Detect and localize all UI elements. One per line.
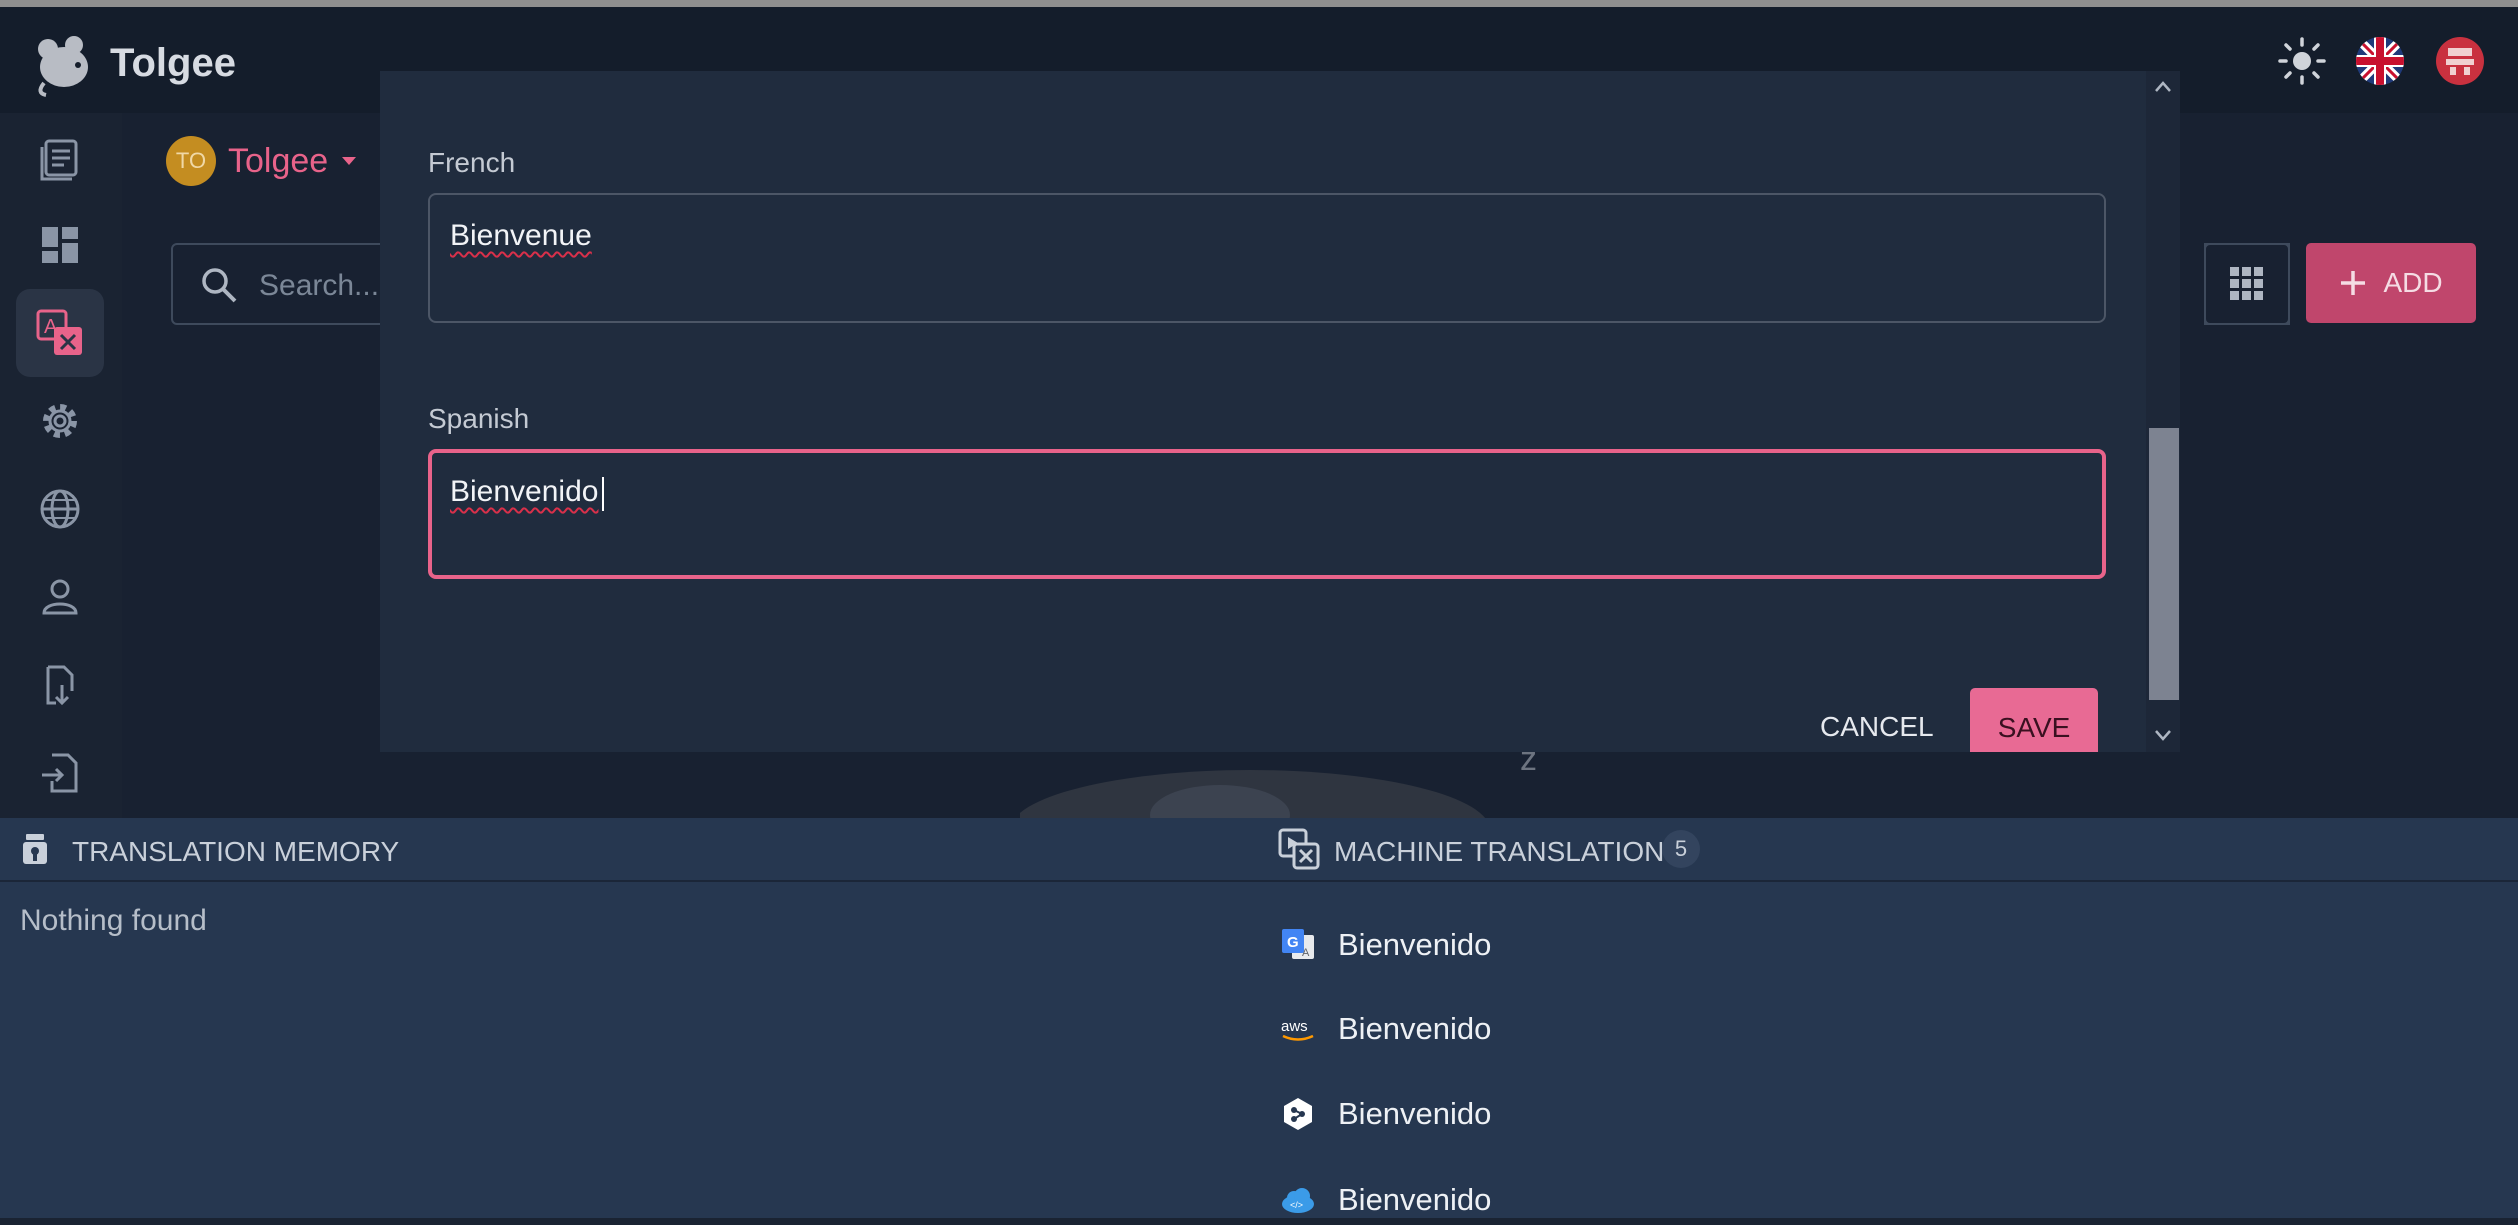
- grid-view-button[interactable]: [2204, 243, 2290, 325]
- azure-icon: </>: [1280, 1182, 1316, 1218]
- save-button[interactable]: SAVE: [1970, 688, 2098, 752]
- edit-translation-dialog: French Bienvenue Spanish Bienvenido CANC…: [380, 71, 2180, 752]
- gear-icon: [43, 404, 77, 438]
- sidebar-item-import[interactable]: [16, 641, 104, 729]
- aws-icon: aws: [1280, 1011, 1316, 1047]
- french-value: Bienvenue: [450, 219, 592, 252]
- sidebar-item-translations[interactable]: A: [16, 289, 104, 377]
- sidebar-item-export[interactable]: [16, 729, 104, 817]
- scroll-up-icon[interactable]: [2153, 77, 2173, 97]
- globe-icon: [40, 489, 80, 529]
- spanish-value: Bienvenido: [450, 475, 599, 508]
- dashboard-icon: [42, 227, 78, 263]
- google-translate-icon: GA: [1280, 927, 1316, 963]
- svg-text:G: G: [1287, 934, 1299, 951]
- spanish-input[interactable]: Bienvenido: [428, 449, 2106, 579]
- projects-list-icon: [40, 139, 78, 181]
- sidebar-item-projects[interactable]: [16, 115, 104, 203]
- user-avatar-icon[interactable]: [2434, 35, 2486, 87]
- sidebar-item-languages[interactable]: [16, 465, 104, 553]
- svg-text:aws: aws: [1281, 1018, 1308, 1035]
- spanish-label: Spanish: [428, 403, 530, 434]
- project-selector[interactable]: TO Tolgee: [166, 136, 358, 186]
- scroll-down-icon[interactable]: [2153, 725, 2173, 745]
- translation-memory-title: TRANSLATION MEMORY: [72, 836, 400, 867]
- french-input[interactable]: Bienvenue: [428, 193, 2106, 323]
- sidebar-item-settings[interactable]: [16, 377, 104, 465]
- machine-translation-title: MACHINE TRANSLATION: [1334, 836, 1665, 867]
- person-icon: [42, 579, 78, 615]
- grid-icon: [2230, 267, 2263, 300]
- mt-result-text: Bienvenido: [1338, 1182, 1492, 1217]
- svg-text:</>: </>: [1290, 1200, 1303, 1210]
- sidebar: A: [0, 113, 122, 818]
- window-top-border: [0, 0, 2518, 7]
- search-placeholder: Search...: [259, 269, 380, 302]
- tools-panel: TRANSLATION MEMORY MACHINE TRANSLATION 5…: [0, 818, 2518, 1218]
- file-export-icon: [42, 753, 78, 793]
- add-button-label: ADD: [2383, 267, 2443, 298]
- project-avatar: TO: [166, 136, 216, 186]
- sidebar-item-dashboard[interactable]: [16, 201, 104, 289]
- tools-panel-header: TRANSLATION MEMORY MACHINE TRANSLATION 5: [0, 818, 2518, 882]
- svg-text:A: A: [1302, 947, 1310, 959]
- add-button[interactable]: ADD: [2306, 243, 2476, 323]
- plus-icon: [2341, 271, 2366, 295]
- project-name: Tolgee: [228, 141, 329, 180]
- translate-icon: A: [36, 309, 82, 355]
- caret-down-icon: [342, 157, 357, 165]
- mt-result-text: Bienvenido: [1338, 927, 1492, 962]
- app-brand[interactable]: Tolgee: [110, 41, 236, 86]
- mt-result-text: Bienvenido: [1338, 1011, 1492, 1046]
- dialog-scrollbar[interactable]: [2146, 71, 2180, 752]
- machine-translation-count-badge: 5: [1662, 830, 1700, 868]
- translation-memory-icon: [23, 834, 47, 864]
- translation-memory-empty: Nothing found: [20, 904, 207, 937]
- sidebar-item-members[interactable]: [16, 553, 104, 641]
- mt-result-deepl[interactable]: Bienvenido: [1280, 1089, 1491, 1139]
- mt-result-text: Bienvenido: [1338, 1096, 1492, 1131]
- mt-result-aws[interactable]: aws Bienvenido: [1280, 1004, 1491, 1054]
- scrollbar-thumb[interactable]: [2149, 428, 2179, 700]
- mt-result-google[interactable]: GA Bienvenido: [1280, 920, 1491, 970]
- machine-translation-icon: [1278, 828, 1320, 870]
- file-import-icon: [46, 665, 74, 706]
- french-label: French: [428, 147, 516, 178]
- language-flag-uk-icon[interactable]: [2354, 35, 2406, 87]
- cancel-button[interactable]: CANCEL: [1820, 711, 1934, 743]
- text-caret: [602, 477, 604, 511]
- search-icon: [202, 268, 237, 303]
- theme-toggle-icon[interactable]: [2276, 35, 2328, 87]
- deepl-icon: [1280, 1096, 1316, 1132]
- tolgee-logo-icon[interactable]: [30, 27, 94, 97]
